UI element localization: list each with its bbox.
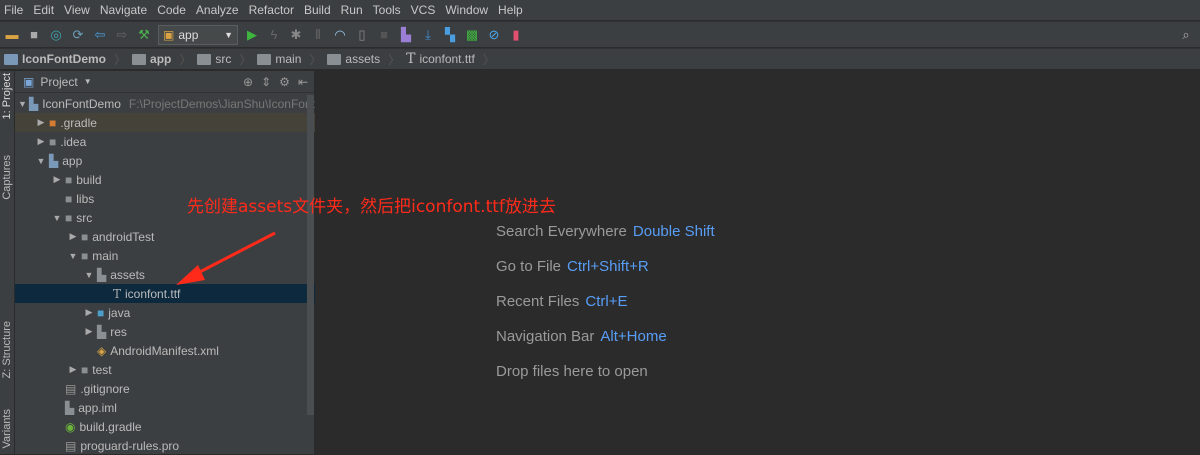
annotation-arrow <box>176 231 276 285</box>
